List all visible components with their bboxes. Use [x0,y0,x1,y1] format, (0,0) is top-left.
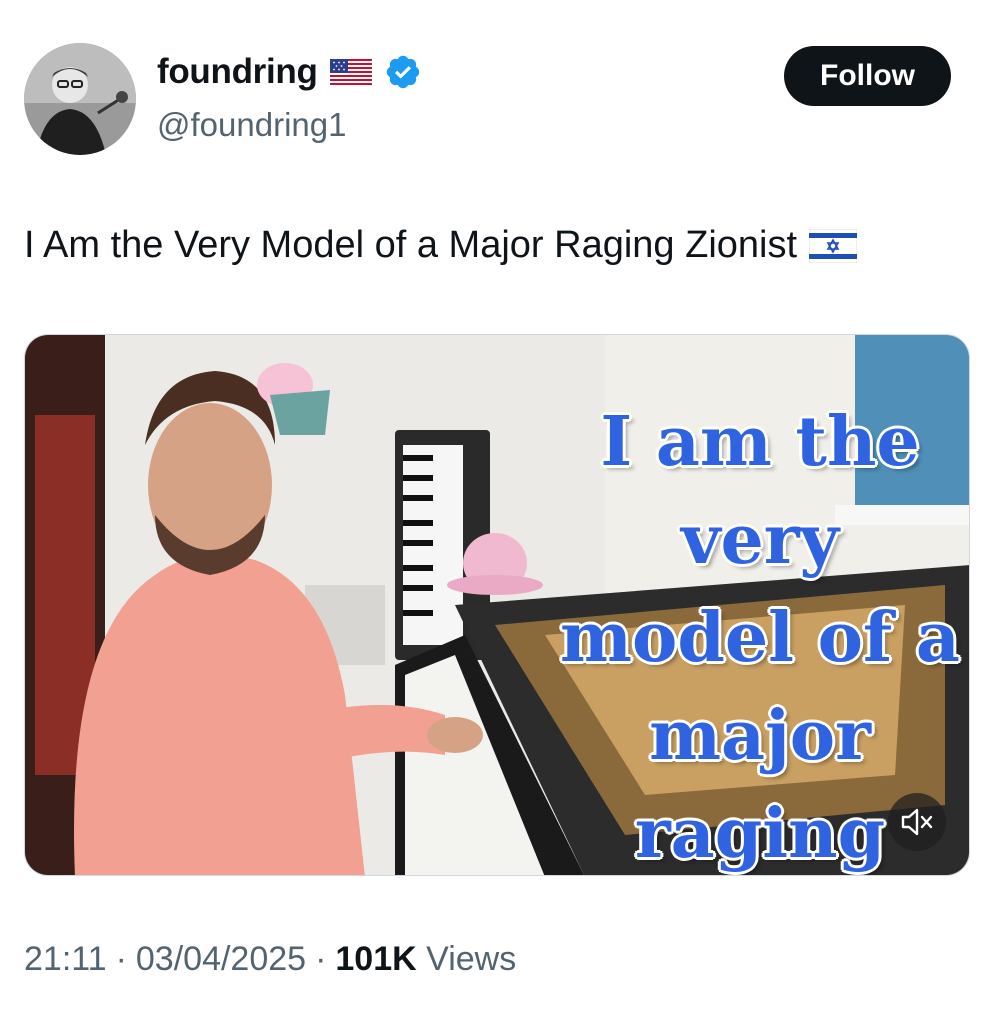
views-stat[interactable]: 101K Views [335,940,516,979]
avatar[interactable] [24,43,136,155]
speaker-muted-icon [901,808,933,836]
views-label: Views [426,940,517,978]
views-count: 101K [335,940,417,978]
us-flag-icon [329,59,372,85]
meta-separator: · [315,940,327,978]
tweet-text-row: I Am the Very Model of a Major Raging Zi… [24,224,858,267]
verified-badge-icon[interactable] [384,53,422,91]
tweet-date[interactable]: 03/04/2025 [136,940,306,979]
tweet-text: I Am the Very Model of a Major Raging Zi… [24,224,798,266]
tweet-card: foundring @foundring1 Follow I Am the Ve… [0,0,993,1024]
follow-button[interactable]: Follow [784,46,951,106]
author-name-row[interactable]: foundring [157,52,422,92]
meta-separator: · [115,940,127,978]
avatar-photo [24,43,136,155]
video-player[interactable]: I am the very model of a major raging Zi… [24,334,970,876]
tweet-time[interactable]: 21:11 [24,940,107,979]
author-display-name[interactable]: foundring [157,52,318,92]
israel-flag-icon [809,228,858,263]
tweet-meta: 21:11 · 03/04/2025 · 101K Views [24,940,516,979]
author-handle[interactable]: @foundring1 [157,106,346,144]
mute-button[interactable] [888,793,946,851]
